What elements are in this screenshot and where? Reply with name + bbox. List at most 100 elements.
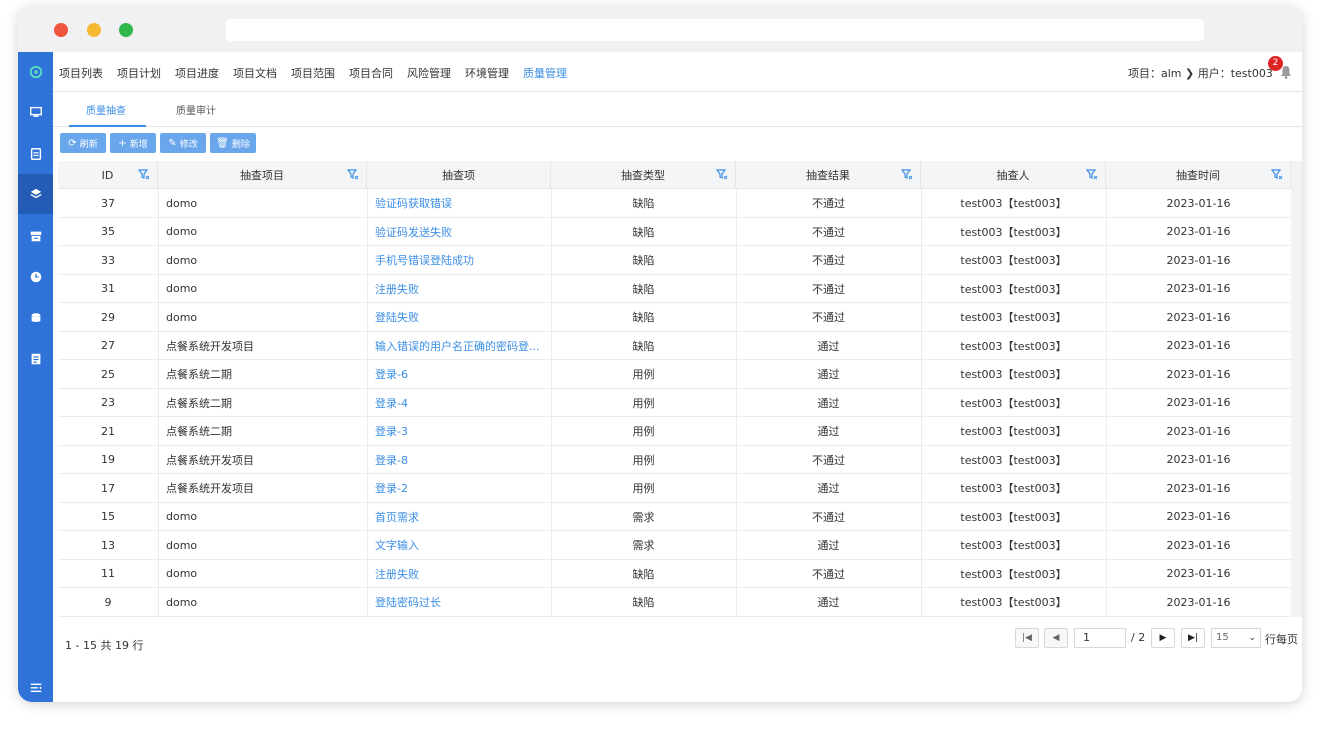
filter-icon[interactable] <box>1271 168 1283 180</box>
project-user-context[interactable]: 项目：alm ❯ 用户：test003 <box>1128 65 1273 81</box>
address-bar[interactable] <box>226 19 1204 41</box>
edit-button[interactable]: ✎ 修改 <box>160 133 206 153</box>
last-page-button[interactable]: ▶| <box>1181 628 1205 648</box>
document-icon[interactable] <box>18 134 53 174</box>
cell-time: 2023-01-16 <box>1166 567 1231 580</box>
table-row[interactable]: 11 domo 注册失败 缺陷 不通过 test003【test003】 2023-01-1… <box>58 559 1291 588</box>
close-window-button[interactable] <box>54 23 68 37</box>
column-divider <box>921 559 922 588</box>
column-divider <box>551 217 552 246</box>
table-row[interactable]: 17 点餐系统开发项目 登录-2 用例 通过 test003【test003】 2023-0… <box>58 474 1291 503</box>
app-logo-icon[interactable] <box>18 52 53 92</box>
cell-result: 通过 <box>817 539 840 552</box>
nav-item-environment-management[interactable]: 环境管理 <box>465 65 509 81</box>
cell-result: 不通过 <box>812 453 845 467</box>
table-row[interactable]: 29 domo 登陆失败 缺陷 不通过 test003【test003】 2023-01-1… <box>58 303 1291 332</box>
refresh-button[interactable]: ⟳ 刷新 <box>60 133 106 153</box>
column-divider <box>1106 331 1107 360</box>
prev-page-button[interactable]: ◀ <box>1044 628 1068 648</box>
cell-id: 33 <box>101 253 115 267</box>
nav-item-project-scope[interactable]: 项目范围 <box>291 65 335 81</box>
table-row[interactable]: 27 点餐系统开发项目 输入错误的用户名正确的密码登... 缺陷 通过 test003【t… <box>58 331 1291 360</box>
cell-id: 11 <box>101 567 115 580</box>
table-row[interactable]: 9 domo 登陆密码过长 缺陷 通过 test003【test003】 2023-01-1… <box>58 588 1291 617</box>
table-row[interactable]: 23 点餐系统二期 登录-4 用例 通过 test003【test003】 2023-01-… <box>58 388 1291 417</box>
cell-item-link[interactable]: 输入错误的用户名正确的密码登... <box>367 332 551 360</box>
nav-item-project-progress[interactable]: 项目进度 <box>175 65 219 81</box>
bell-icon[interactable] <box>1278 64 1294 80</box>
clock-icon[interactable] <box>18 257 53 297</box>
column-header-inspector[interactable]: 抽查人 <box>921 161 1106 189</box>
filter-icon[interactable] <box>1086 168 1098 180</box>
table-row[interactable]: 33 domo 手机号错误登陆成功 缺陷 不通过 test003【test003】 2023… <box>58 246 1291 275</box>
collapse-menu-icon[interactable] <box>18 668 53 702</box>
nav-item-quality-management[interactable]: 质量管理 <box>523 65 567 81</box>
page-size-select[interactable]: 15 ⌄ <box>1211 628 1261 648</box>
minimize-window-button[interactable] <box>87 23 101 37</box>
column-header-item[interactable]: 抽查项 <box>367 161 551 189</box>
nav-item-project-list[interactable]: 项目列表 <box>59 65 103 81</box>
column-divider <box>158 189 159 217</box>
cell-type: 用例 <box>632 396 655 410</box>
cell-item-link[interactable]: 手机号错误登陆成功 <box>367 246 551 274</box>
cell-item-link[interactable]: 登陆失败 <box>367 303 551 331</box>
tab-quality-audit[interactable]: 质量审计 <box>176 102 216 117</box>
maximize-window-button[interactable] <box>119 23 133 37</box>
cell-item-link[interactable]: 注册失败 <box>367 275 551 303</box>
next-page-button[interactable]: ▶ <box>1151 628 1175 648</box>
report-icon[interactable] <box>18 339 53 379</box>
delete-button[interactable]: 🗑 删除 <box>210 133 256 153</box>
column-header-project[interactable]: 抽查项目 <box>158 161 367 189</box>
cell-item-link[interactable]: 登录-8 <box>367 446 551 474</box>
table-row[interactable]: 19 点餐系统开发项目 登录-8 用例 不通过 test003【test003】 2023-… <box>58 445 1291 474</box>
cell-item-link[interactable]: 首页需求 <box>367 503 551 531</box>
filter-icon[interactable] <box>901 168 913 180</box>
table-row[interactable]: 35 domo 验证码发送失败 缺陷 不通过 test003【test003】 2023-0… <box>58 217 1291 246</box>
tab-quality-inspection[interactable]: 质量抽查 <box>86 102 126 117</box>
cell-item-link[interactable]: 文字输入 <box>367 531 551 559</box>
cell-item-link[interactable]: 验证码获取错误 <box>367 189 551 217</box>
page-number-input[interactable]: 1 <box>1074 628 1126 648</box>
column-header-time[interactable]: 抽查时间 <box>1106 161 1291 189</box>
table-scrollbar[interactable] <box>1291 161 1302 617</box>
filter-icon[interactable] <box>347 168 359 180</box>
first-page-button[interactable]: |◀ <box>1015 628 1039 648</box>
table-row[interactable]: 37 domo 验证码获取错误 缺陷 不通过 test003【test003】 2023-0… <box>58 189 1291 218</box>
cell-result: 通过 <box>817 396 840 410</box>
cell-inspector: test003【test003】 <box>960 567 1067 581</box>
table-row[interactable]: 25 点餐系统二期 登录-6 用例 通过 test003【test003】 2023-01-… <box>58 360 1291 389</box>
column-divider <box>736 588 737 616</box>
cell-id: 19 <box>101 453 115 466</box>
table-row[interactable]: 21 点餐系统二期 登录-3 用例 通过 test003【test003】 2023-01-… <box>58 417 1291 446</box>
column-divider <box>921 189 922 217</box>
cell-item-link[interactable]: 登录-2 <box>367 474 551 502</box>
database-icon[interactable] <box>18 298 53 338</box>
column-header-id[interactable]: ID <box>58 161 158 189</box>
cell-project: domo <box>166 253 198 267</box>
cell-item-link[interactable]: 注册失败 <box>367 560 551 588</box>
cell-item-link[interactable]: 验证码发送失败 <box>367 218 551 246</box>
filter-icon[interactable] <box>716 168 728 180</box>
column-header-result[interactable]: 抽查结果 <box>736 161 921 189</box>
add-button[interactable]: + 新增 <box>110 133 156 153</box>
filter-icon[interactable] <box>138 168 150 180</box>
column-divider <box>1106 217 1107 246</box>
cell-item-link[interactable]: 登录-4 <box>367 389 551 417</box>
column-divider <box>921 303 922 331</box>
nav-item-project-contract[interactable]: 项目合同 <box>349 65 393 81</box>
column-header-type[interactable]: 抽查类型 <box>551 161 736 189</box>
cell-item-link[interactable]: 登录-3 <box>367 417 551 445</box>
table-row[interactable]: 13 domo 文字输入 需求 通过 test003【test003】 2023-01-16 <box>58 531 1291 560</box>
cell-item-link[interactable]: 登陆密码过长 <box>367 588 551 616</box>
layers-icon[interactable] <box>18 174 53 214</box>
column-divider <box>551 531 552 559</box>
archive-icon[interactable] <box>18 216 53 256</box>
table-row[interactable]: 31 domo 注册失败 缺陷 不通过 test003【test003】 2023-01-1… <box>58 274 1291 303</box>
nav-item-project-plan[interactable]: 项目计划 <box>117 65 161 81</box>
cell-item-link[interactable]: 登录-6 <box>367 360 551 388</box>
nav-item-risk-management[interactable]: 风险管理 <box>407 65 451 81</box>
cell-inspector: test003【test003】 <box>960 510 1067 524</box>
monitor-icon[interactable] <box>18 92 53 132</box>
nav-item-project-docs[interactable]: 项目文档 <box>233 65 277 81</box>
table-row[interactable]: 15 domo 首页需求 需求 不通过 test003【test003】 2023-01-1… <box>58 502 1291 531</box>
